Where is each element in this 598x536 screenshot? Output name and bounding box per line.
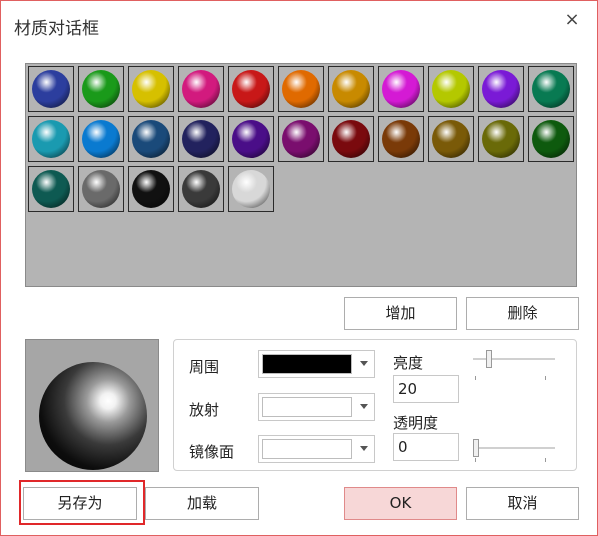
material-swatch-olive-brown-sphere[interactable] — [428, 116, 474, 162]
material-swatch-charcoal-sphere[interactable] — [178, 166, 224, 212]
material-swatch-pink-sphere[interactable] — [178, 66, 224, 112]
brightness-input[interactable]: 20 — [393, 375, 459, 403]
material-swatch-red-sphere[interactable] — [228, 66, 274, 112]
brightness-label: 亮度 — [393, 354, 424, 372]
material-properties-panel: 周围 放射 镜像面 亮度 20 透明度 0 — [173, 339, 577, 471]
opacity-tick — [475, 458, 476, 462]
cancel-button[interactable]: 取消 — [466, 487, 579, 520]
maroon-sphere-icon — [332, 120, 370, 158]
title-bar: 材质对话框 × — [1, 1, 597, 49]
material-swatch-dark-teal-sphere[interactable] — [28, 166, 74, 212]
blue-sphere-icon — [32, 70, 70, 108]
cyan-sphere-icon — [32, 120, 70, 158]
opacity-input[interactable]: 0 — [393, 433, 459, 461]
material-swatch-teal-green-sphere[interactable] — [528, 66, 574, 112]
material-swatch-yellow-sphere[interactable] — [128, 66, 174, 112]
material-swatch-brown-sphere[interactable] — [378, 116, 424, 162]
material-preview — [25, 339, 159, 472]
magenta-sphere-icon — [382, 70, 420, 108]
purple-sphere-icon — [482, 70, 520, 108]
opacity-tick — [545, 458, 546, 462]
lime-sphere-icon — [432, 70, 470, 108]
material-swatch-magenta-sphere[interactable] — [378, 66, 424, 112]
specular-color-swatch — [262, 439, 352, 459]
material-swatch-navy-sphere[interactable] — [178, 116, 224, 162]
olive-sphere-icon — [482, 120, 520, 158]
dark-green-sphere-icon — [532, 120, 570, 158]
dark-teal-sphere-icon — [32, 170, 70, 208]
gray-sphere-icon — [82, 170, 120, 208]
emissive-label: 放射 — [189, 401, 220, 419]
cancel-button-label: 取消 — [507, 494, 538, 512]
close-icon[interactable]: × — [559, 7, 585, 33]
material-swatch-maroon-sphere[interactable] — [328, 116, 374, 162]
ambient-color-swatch — [262, 354, 352, 374]
material-swatch-purple-sphere[interactable] — [478, 66, 524, 112]
dialog-title: 材质对话框 — [14, 19, 99, 39]
material-swatch-sky-blue-sphere[interactable] — [78, 116, 124, 162]
ambient-color-select[interactable] — [258, 350, 375, 378]
pink-sphere-icon — [182, 70, 220, 108]
black-sphere-icon — [132, 170, 170, 208]
plum-sphere-icon — [282, 120, 320, 158]
navy-sphere-icon — [182, 120, 220, 158]
material-swatch-orange-sphere[interactable] — [278, 66, 324, 112]
orange-sphere-icon — [282, 70, 320, 108]
material-dialog: 材质对话框 × 增加 删除 周围 放射 镜像面 亮度 20 透明度 0 另存为 … — [0, 0, 598, 536]
chevron-down-icon — [360, 404, 368, 409]
delete-button-label: 删除 — [507, 304, 538, 322]
steel-blue-sphere-icon — [132, 120, 170, 158]
save-as-button-label: 另存为 — [57, 494, 103, 512]
preview-sphere — [39, 362, 147, 470]
opacity-slider-track[interactable] — [473, 447, 555, 449]
material-swatch-white-sphere[interactable] — [228, 166, 274, 212]
material-swatch-plum-sphere[interactable] — [278, 116, 324, 162]
chevron-down-icon — [360, 361, 368, 366]
brightness-slider-track[interactable] — [473, 358, 555, 360]
add-button[interactable]: 增加 — [344, 297, 457, 330]
ok-button-label: OK — [389, 494, 412, 512]
material-swatch-violet-sphere[interactable] — [228, 116, 274, 162]
material-swatch-olive-sphere[interactable] — [478, 116, 524, 162]
white-sphere-icon — [232, 170, 270, 208]
sky-blue-sphere-icon — [82, 120, 120, 158]
material-swatch-dark-green-sphere[interactable] — [528, 116, 574, 162]
load-button-label: 加载 — [186, 494, 217, 512]
material-swatch-black-sphere[interactable] — [128, 166, 174, 212]
red-sphere-icon — [232, 70, 270, 108]
material-swatch-green-sphere[interactable] — [78, 66, 124, 112]
material-swatch-steel-blue-sphere[interactable] — [128, 116, 174, 162]
violet-sphere-icon — [232, 120, 270, 158]
material-swatch-blue-sphere[interactable] — [28, 66, 74, 112]
gold-sphere-icon — [332, 70, 370, 108]
load-button[interactable]: 加载 — [145, 487, 259, 520]
ambient-label: 周围 — [189, 358, 220, 376]
opacity-slider-thumb[interactable] — [473, 439, 479, 457]
specular-label: 镜像面 — [189, 443, 235, 461]
brightness-tick — [545, 376, 546, 380]
material-swatch-grid — [25, 63, 577, 287]
opacity-label: 透明度 — [393, 414, 439, 432]
green-sphere-icon — [82, 70, 120, 108]
add-button-label: 增加 — [385, 304, 416, 322]
material-swatch-cyan-sphere[interactable] — [28, 116, 74, 162]
teal-green-sphere-icon — [532, 70, 570, 108]
olive-brown-sphere-icon — [432, 120, 470, 158]
material-swatch-gray-sphere[interactable] — [78, 166, 124, 212]
brown-sphere-icon — [382, 120, 420, 158]
save-as-button[interactable]: 另存为 — [23, 487, 137, 520]
emissive-color-swatch — [262, 397, 352, 417]
material-swatch-lime-sphere[interactable] — [428, 66, 474, 112]
yellow-sphere-icon — [132, 70, 170, 108]
ok-button[interactable]: OK — [344, 487, 457, 520]
charcoal-sphere-icon — [182, 170, 220, 208]
chevron-down-icon — [360, 446, 368, 451]
brightness-tick — [475, 376, 476, 380]
material-swatch-gold-sphere[interactable] — [328, 66, 374, 112]
emissive-color-select[interactable] — [258, 393, 375, 421]
brightness-slider-thumb[interactable] — [486, 350, 493, 368]
specular-color-select[interactable] — [258, 435, 375, 463]
delete-button[interactable]: 删除 — [466, 297, 579, 330]
